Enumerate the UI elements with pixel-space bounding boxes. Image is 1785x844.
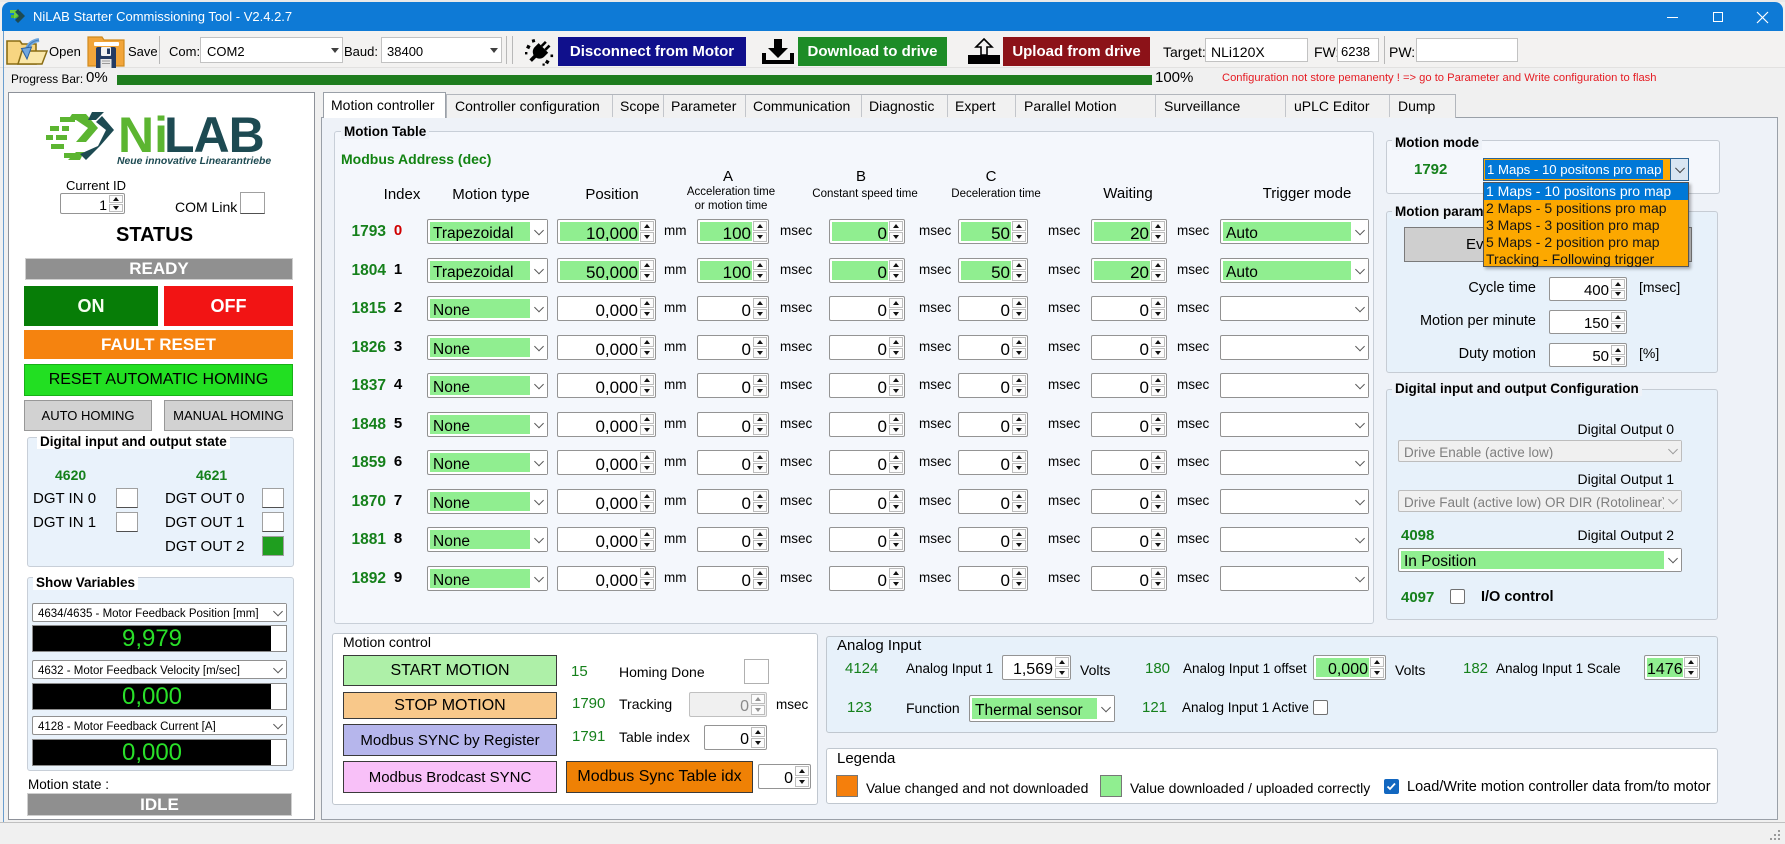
svg-text:Ni: Ni bbox=[118, 108, 168, 163]
svg-text:LAB: LAB bbox=[164, 108, 264, 163]
svg-text:Neue innovative Linearantriebe: Neue innovative Linearantriebe bbox=[117, 156, 271, 166]
